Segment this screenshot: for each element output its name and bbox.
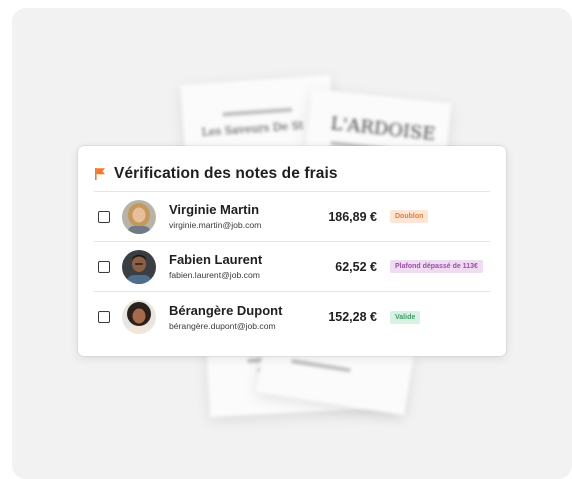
expense-row[interactable]: Bérangère Dupont bérangère.dupont@job.co… [94, 292, 490, 342]
expense-amount: 186,89 € [328, 209, 377, 224]
card-title: Vérification des notes de frais [114, 164, 338, 182]
employee-name: Fabien Laurent [169, 252, 263, 267]
expense-row[interactable]: Fabien Laurent fabien.laurent@job.com 62… [94, 242, 490, 292]
status-badge: Valide [390, 310, 421, 324]
avatar [122, 199, 156, 234]
card-header: Vérification des notes de frais [94, 162, 490, 192]
receipt-right-header: L'ARDOISE [329, 113, 437, 146]
status-badge: Plafond dépassé de 113€ [390, 260, 483, 273]
employee-identity: Virginie Martin virginie.martin@job.com [169, 202, 299, 231]
flag-icon [94, 167, 106, 181]
avatar [122, 249, 156, 284]
row-checkbox[interactable] [98, 311, 110, 323]
row-checkbox[interactable] [98, 210, 110, 223]
expense-amount: 62,52 € [335, 259, 377, 274]
employee-name: Virginie Martin [169, 202, 260, 217]
receipt-left-header: Les Saveurs De St [201, 118, 304, 139]
employee-identity: Fabien Laurent fabien.laurent@job.com [169, 252, 299, 281]
employee-email: fabien.laurent@job.com [169, 270, 260, 280]
row-checkbox[interactable] [98, 260, 110, 273]
expense-review-card: Vérification des notes de frais Virginie… [78, 146, 506, 356]
employee-name: Bérangère Dupont [169, 302, 283, 318]
status-badge: Doublon [390, 210, 429, 223]
expense-amount: 152,28 € [328, 310, 377, 324]
employee-email: bérangère.dupont@job.com [169, 320, 276, 331]
expense-row[interactable]: Virginie Martin virginie.martin@job.com … [94, 192, 490, 242]
employee-identity: Bérangère Dupont bérangère.dupont@job.co… [169, 303, 299, 332]
avatar [122, 300, 156, 334]
employee-email: virginie.martin@job.com [169, 220, 262, 230]
